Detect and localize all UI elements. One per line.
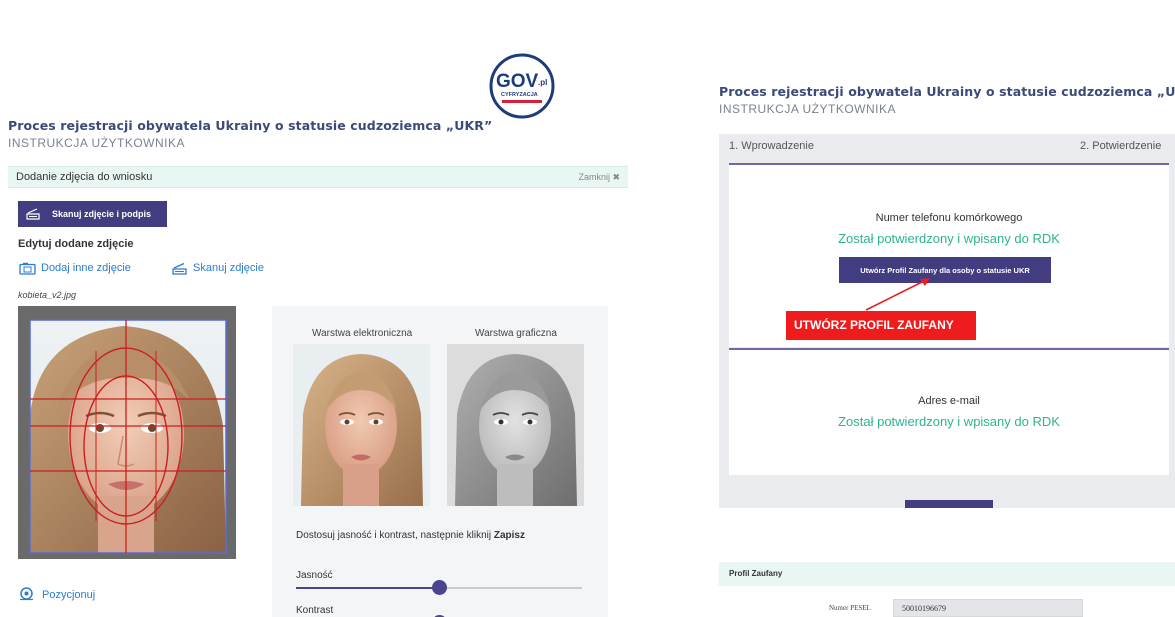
callout-arrow-icon — [865, 278, 930, 311]
position-link[interactable]: Pozycjonuj — [42, 589, 95, 601]
adjust-text: Dostosuj jasność i kontrast, następnie k… — [296, 530, 492, 541]
scan-photo-label: Skanuj zdjęcie — [193, 262, 264, 274]
scan-button-label: Skanuj zdjęcie i podpis — [52, 209, 152, 219]
logo-subtitle: CYFRYZACJA — [501, 92, 538, 98]
scan-photo-signature-button[interactable]: Skanuj zdjęcie i podpis — [18, 201, 167, 227]
pesel-label: Numer PESEL — [829, 604, 871, 612]
electronic-layer-label: Warstwa elektroniczna — [312, 328, 413, 339]
gov-pl-logo-icon: GOV .pl CYFRYZACJA — [489, 53, 555, 119]
pesel-value: 50010196679 — [902, 604, 946, 613]
pesel-field[interactable]: 50010196679 — [893, 599, 1083, 617]
trusted-profile-title: Profil Zaufany — [729, 569, 783, 578]
brightness-slider[interactable] — [296, 580, 582, 595]
adjust-instructions: Dostosuj jasność i kontrast, następnie k… — [296, 530, 525, 541]
step-introduction[interactable]: 1. Wprowadzenie — [729, 140, 814, 152]
logo-suffix: .pl — [538, 78, 547, 87]
trusted-profile-bar: Profil Zaufany — [719, 562, 1175, 586]
adjust-text-bold: Zapisz — [493, 530, 525, 541]
email-status: Został potwierdzony i wpisany do RDK — [838, 414, 1060, 429]
add-other-photo-label: Dodaj inne zdjęcie — [41, 262, 131, 274]
logo-text: GOV — [496, 71, 539, 92]
create-trusted-profile-callout: UTWÓRZ PROFIL ZAUFANY — [786, 311, 976, 340]
step-confirmation[interactable]: 2. Potwierdzenie — [1080, 140, 1161, 152]
brightness-label: Jasność — [296, 570, 333, 581]
camera-icon — [19, 262, 36, 275]
add-other-photo-link[interactable]: Dodaj inne zdjęcie — [19, 262, 131, 275]
target-icon — [20, 587, 33, 601]
left-doc-subtitle: INSTRUKCJA UŻYTKOWNIKA — [8, 136, 186, 150]
photo-editor-canvas[interactable] — [18, 306, 236, 559]
edit-photo-heading: Edytuj dodane zdjęcie — [18, 238, 134, 250]
email-confirmation-card: Adres e-mail Został potwierdzony i wpisa… — [729, 350, 1169, 475]
face-photo-with-guides — [29, 319, 227, 554]
section-title: Dodanie zdjęcia do wniosku — [16, 171, 153, 183]
scanner-icon — [172, 262, 187, 275]
graphic-layer-label: Warstwa graficzna — [475, 328, 557, 339]
scan-photo-link[interactable]: Skanuj zdjęcie — [172, 262, 264, 275]
brightness-slider-fill — [296, 587, 439, 589]
right-doc-subtitle: INSTRUKCJA UŻYTKOWNIKA — [719, 102, 897, 116]
email-label: Adres e-mail — [918, 395, 980, 407]
phone-label: Numer telefonu komórkowego — [875, 212, 1023, 224]
scanner-icon — [26, 208, 40, 220]
electronic-layer-photo — [293, 344, 430, 506]
right-doc-title: Proces rejestracji obywatela Ukrainy o s… — [719, 84, 1175, 99]
left-doc-title: Proces rejestracji obywatela Ukrainy o s… — [8, 118, 493, 133]
add-photo-section-bar: Dodanie zdjęcia do wniosku Zamknij ✖ — [8, 166, 628, 188]
graphic-layer-photo — [447, 344, 584, 506]
next-button-partial[interactable] — [905, 500, 993, 508]
contrast-label: Kontrast — [296, 605, 334, 616]
phone-status: Został potwierdzony i wpisany do RDK — [838, 231, 1060, 246]
close-section-link[interactable]: Zamknij ✖ — [578, 172, 620, 183]
file-name: kobieta_v2.jpg — [18, 290, 77, 300]
brightness-slider-thumb[interactable] — [432, 580, 447, 595]
photo-layers-panel: Warstwa elektroniczna Warstwa graficzna — [272, 306, 608, 617]
